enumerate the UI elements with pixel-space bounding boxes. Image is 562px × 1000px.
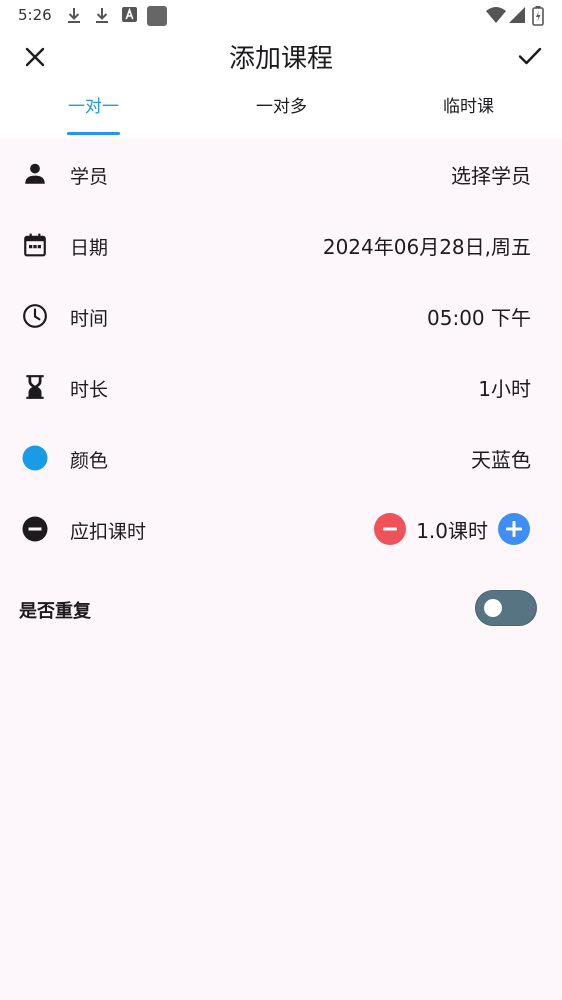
color-dot-icon	[21, 444, 49, 472]
student-value[interactable]: 选择学员	[451, 160, 531, 189]
color-value[interactable]: 天蓝色	[471, 444, 531, 473]
increase-hours-button[interactable]	[498, 513, 530, 545]
wifi-icon	[486, 6, 506, 28]
date-label: 日期	[70, 237, 109, 259]
person-icon	[21, 160, 49, 188]
status-bar: 5:26	[0, 0, 562, 32]
hourglass-icon	[21, 373, 49, 401]
tab-bar: 一对一 一对多 临时课	[0, 84, 562, 138]
student-row[interactable]: 学员 选择学员	[0, 144, 562, 204]
download-icon	[94, 7, 110, 29]
toggle-knob	[484, 599, 502, 617]
app-bar: 添加课程	[0, 32, 562, 84]
tab-indicator	[67, 132, 120, 135]
deduct-hours-label: 应扣课时	[70, 521, 147, 543]
date-value[interactable]: 2024年06月28日,周五	[323, 231, 531, 260]
duration-label: 时长	[70, 379, 109, 401]
tab-one-to-many[interactable]: 一对多	[188, 84, 375, 138]
time-value[interactable]: 05:00 下午	[427, 302, 531, 331]
page-title: 添加课程	[228, 44, 333, 74]
time-label: 时间	[70, 308, 109, 330]
status-time: 5:26	[18, 6, 52, 24]
color-label: 颜色	[70, 450, 109, 472]
repeat-row: 是否重复	[0, 580, 562, 636]
deduct-hours-value: 1.0课时	[416, 518, 488, 543]
date-row[interactable]: 日期 2024年06月28日,周五	[0, 215, 562, 275]
keyboard-a-icon	[122, 7, 137, 26]
clock-icon	[21, 302, 49, 330]
duration-row[interactable]: 时长 1小时	[0, 357, 562, 417]
signal-icon	[509, 6, 525, 28]
battery-icon	[532, 6, 544, 30]
time-row[interactable]: 时间 05:00 下午	[0, 286, 562, 346]
app-square-icon	[147, 6, 167, 30]
calendar-icon	[21, 231, 49, 259]
hours-stepper: 1.0课时	[374, 513, 530, 545]
student-label: 学员	[70, 166, 109, 188]
color-row[interactable]: 颜色 天蓝色	[0, 428, 562, 488]
duration-value[interactable]: 1小时	[478, 373, 531, 402]
deduct-hours-row: 应扣课时 1.0课时	[0, 499, 562, 559]
confirm-button[interactable]	[514, 40, 546, 72]
minus-icon	[383, 527, 398, 531]
tab-temporary[interactable]: 临时课	[375, 84, 562, 138]
download-icon	[66, 7, 82, 29]
repeat-label: 是否重复	[19, 601, 91, 622]
minus-circle-icon	[21, 515, 49, 543]
plus-icon	[506, 521, 522, 537]
repeat-toggle[interactable]	[475, 590, 537, 626]
check-icon	[518, 47, 542, 65]
tab-one-to-one[interactable]: 一对一	[0, 84, 187, 138]
decrease-hours-button[interactable]	[374, 513, 407, 545]
